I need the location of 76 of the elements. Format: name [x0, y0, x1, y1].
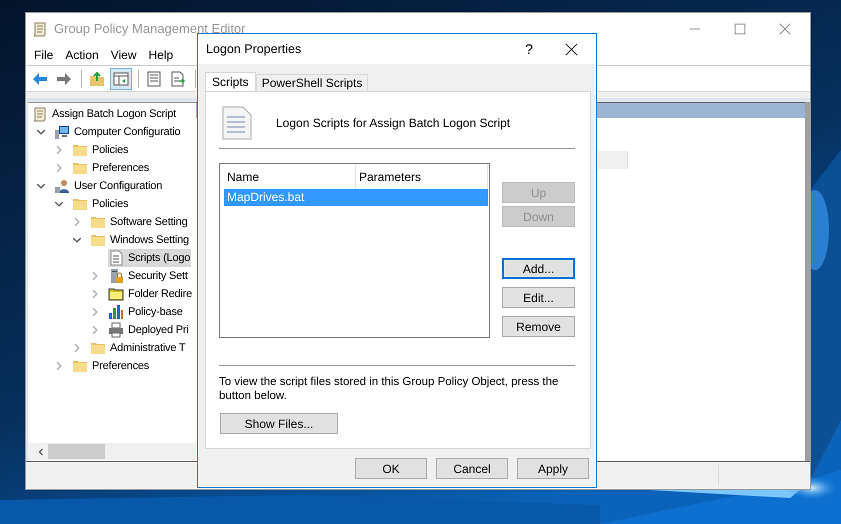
script-icon — [108, 250, 124, 266]
folder-icon — [72, 142, 88, 158]
expand-chevron-icon[interactable] — [72, 343, 82, 353]
expand-chevron-icon[interactable] — [90, 289, 100, 299]
script-file-icon — [222, 106, 252, 140]
folder-icon — [72, 358, 88, 374]
server-lock-icon — [108, 268, 124, 284]
instruction-text: To view the script files stored in this Group Policy Object, press the button below. — [219, 375, 560, 403]
button[interactable]: Apply — [517, 458, 589, 479]
expand-chevron-icon[interactable] — [90, 271, 100, 281]
tree-item[interactable]: Software Setting — [90, 213, 189, 231]
tree-item[interactable]: Policies — [72, 195, 130, 213]
script-list[interactable]: Name Parameters MapDrives.bat — [219, 163, 490, 338]
tree-item[interactable]: Deployed Pri — [108, 321, 190, 339]
expand-chevron-icon[interactable] — [54, 163, 64, 173]
show-files-button[interactable]: Show Files... — [220, 413, 338, 434]
expand-chevron-icon[interactable] — [90, 325, 100, 335]
dialog-heading: Logon Scripts for Assign Batch Logon Script — [276, 116, 510, 130]
button[interactable]: OK — [355, 458, 427, 479]
folder-icon — [90, 232, 106, 248]
collapse-chevron-icon[interactable] — [36, 181, 46, 191]
back-icon[interactable] — [32, 70, 48, 86]
folder-icon — [72, 196, 88, 212]
vertical-scrollbar[interactable] — [805, 102, 810, 461]
printer-icon — [108, 322, 124, 338]
tree-item[interactable]: Policy-base — [108, 303, 184, 321]
folder-icon — [72, 160, 88, 176]
scroll-icon — [32, 106, 48, 122]
expand-chevron-icon[interactable] — [72, 217, 82, 227]
maximize-icon[interactable] — [734, 22, 746, 34]
folder-icon — [90, 214, 106, 230]
tree-item[interactable]: Policies — [72, 141, 130, 159]
scroll-thumb[interactable] — [48, 444, 105, 459]
expand-chevron-icon[interactable] — [90, 307, 100, 317]
menu-item[interactable]: Help — [144, 48, 178, 62]
tab[interactable]: PowerShell Scripts — [256, 74, 368, 91]
collapse-chevron-icon[interactable] — [54, 199, 64, 209]
pane-icon[interactable] — [113, 70, 129, 86]
properties-icon[interactable] — [146, 70, 162, 86]
tree-item[interactable]: Windows Setting — [90, 231, 190, 249]
tree-item[interactable]: Preferences — [72, 159, 150, 177]
bar-chart-icon — [108, 304, 124, 320]
expand-chevron-icon[interactable] — [54, 361, 64, 371]
tree-item[interactable]: Security Sett — [108, 267, 189, 285]
horizontal-scrollbar[interactable] — [28, 443, 196, 460]
dialog-title: Logon Properties — [206, 42, 302, 56]
tree-item[interactable]: Folder Redire — [108, 285, 194, 303]
help-button[interactable]: ? — [519, 41, 539, 57]
folder-icon — [90, 340, 106, 356]
folder-icon — [108, 286, 124, 302]
close-icon[interactable] — [565, 42, 578, 56]
button[interactable]: Edit... — [502, 287, 575, 308]
user-icon — [54, 178, 70, 194]
tree-item[interactable]: Scripts (Logo — [108, 249, 192, 267]
tree-item[interactable]: User Configuration — [54, 177, 164, 195]
collapse-chevron-icon[interactable] — [36, 127, 46, 137]
tab[interactable]: Scripts — [205, 72, 256, 91]
menu-item[interactable]: View — [106, 48, 142, 62]
menu-item[interactable]: Action — [60, 48, 104, 62]
computer-icon — [54, 124, 70, 140]
tree-item[interactable]: Administrative T — [90, 339, 186, 357]
tree-item[interactable]: Computer Configuratio — [54, 123, 182, 141]
forward-icon[interactable] — [56, 70, 72, 86]
expand-chevron-icon[interactable] — [54, 145, 64, 155]
button[interactable]: Cancel — [436, 458, 508, 479]
tree-item[interactable]: Preferences — [72, 357, 150, 375]
menu-item[interactable]: File — [29, 48, 58, 62]
button[interactable]: Remove — [502, 316, 575, 337]
tree-item[interactable]: Assign Batch Logon Script — [32, 105, 178, 123]
window-title: Group Policy Management Editor — [54, 21, 246, 36]
scroll-left-icon[interactable] — [37, 446, 45, 456]
collapse-chevron-icon[interactable] — [72, 235, 82, 245]
scroll-icon — [32, 20, 48, 36]
folder-up-icon[interactable] — [89, 70, 105, 86]
button[interactable]: Add... — [502, 258, 575, 279]
export-icon[interactable] — [170, 70, 186, 86]
